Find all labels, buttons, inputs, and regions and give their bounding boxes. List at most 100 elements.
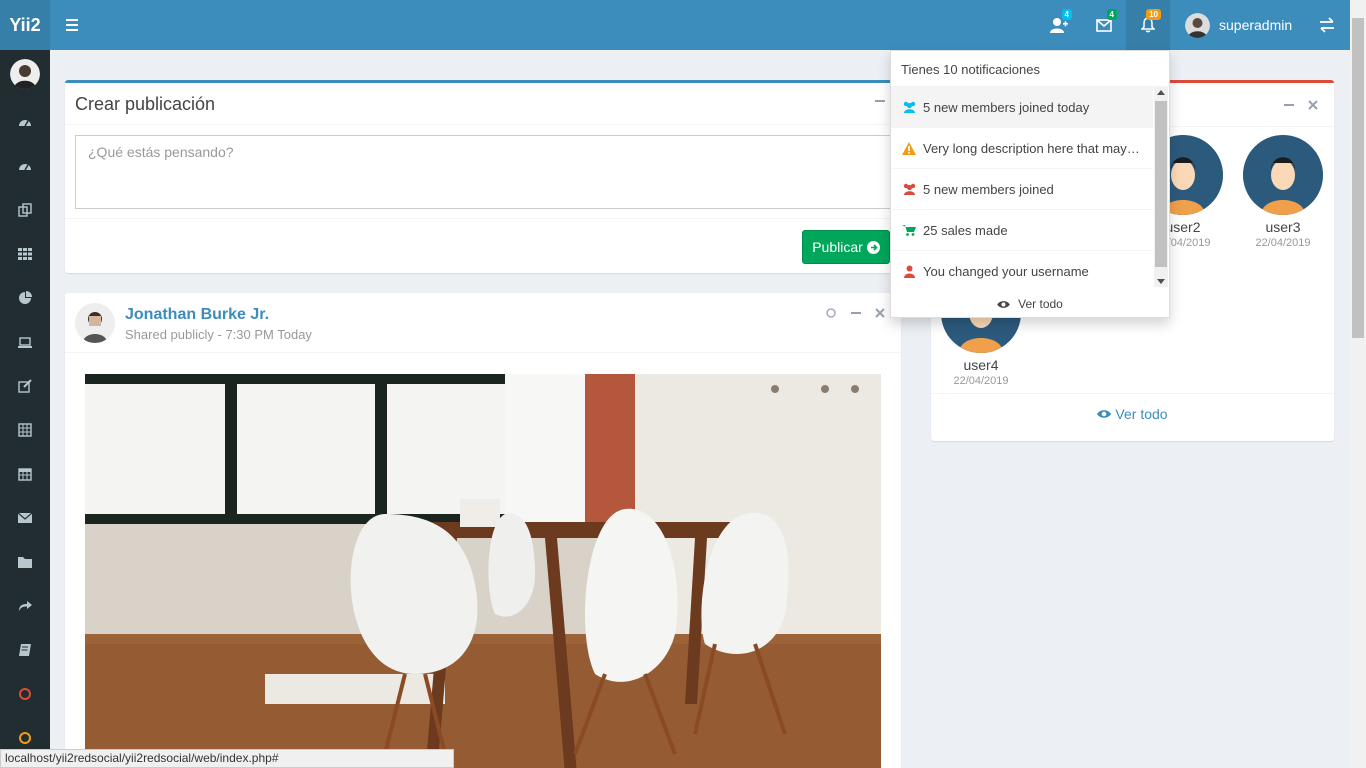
- page-scrollbar[interactable]: [1350, 0, 1366, 768]
- notifications-scrollbar[interactable]: [1154, 87, 1168, 287]
- eye-icon: [997, 300, 1010, 308]
- user-menu[interactable]: superadmin: [1177, 0, 1292, 50]
- notifications-dropdown: Tienes 10 notificaciones 5 new members j…: [890, 50, 1170, 318]
- users-icon: [901, 181, 917, 197]
- envelope-icon: [1096, 18, 1112, 32]
- member-date: 22/04/2019: [953, 375, 1009, 387]
- cart-icon: [901, 222, 917, 238]
- friend-requests-badge: 4: [1061, 9, 1072, 20]
- notification-text: 5 new members joined today: [923, 99, 1090, 115]
- sidebar-toggle-icon[interactable]: [66, 19, 78, 31]
- dashboard-icon: [19, 164, 31, 171]
- warning-icon: [901, 140, 917, 156]
- sidebar-item-important[interactable]: [0, 672, 50, 716]
- post-textarea[interactable]: ¿Qué estás pensando?: [75, 135, 891, 209]
- page-scroll-thumb[interactable]: [1352, 18, 1364, 338]
- minus-icon: [1284, 104, 1294, 106]
- notification-text: Very long description here that may not …: [923, 140, 1141, 156]
- scroll-thumb[interactable]: [1155, 101, 1167, 267]
- member-avatar: [1243, 135, 1323, 215]
- notification-text: 5 new members joined: [923, 181, 1054, 197]
- user-icon: [901, 263, 917, 279]
- notification-item[interactable]: 25 sales made: [891, 210, 1153, 251]
- sidebar-item-tables[interactable]: [0, 408, 50, 452]
- browser-status-url: localhost/yii2redsocial/yii2redsocial/we…: [0, 749, 454, 768]
- notification-item[interactable]: Very long description here that may not …: [891, 128, 1153, 169]
- dashboard-icon: [19, 120, 31, 127]
- table-icon: [18, 423, 32, 437]
- sidebar-item-mailbox[interactable]: [0, 496, 50, 540]
- view-all-members-link[interactable]: Ver todo: [931, 393, 1334, 433]
- view-all-notifications-link[interactable]: Ver todo: [891, 291, 1169, 317]
- sidebar-item-forms[interactable]: [0, 364, 50, 408]
- sidebar-item-files[interactable]: [0, 188, 50, 232]
- post-author-link[interactable]: Jonathan Burke Jr.: [125, 306, 269, 324]
- member-name: user3: [1265, 219, 1301, 235]
- view-all-label: Ver todo: [1018, 297, 1063, 311]
- notification-text: 25 sales made: [923, 222, 1008, 238]
- envelope-icon: [18, 512, 32, 523]
- close-icon: [875, 308, 885, 318]
- scroll-up-arrow[interactable]: [1157, 90, 1165, 95]
- remove-button[interactable]: [875, 306, 885, 321]
- sidebar-user-avatar[interactable]: [10, 59, 40, 89]
- grid-icon: [18, 248, 32, 260]
- collapse-button[interactable]: [875, 94, 885, 109]
- arrow-circle-right-icon: [866, 240, 880, 254]
- circle-icon: [826, 308, 836, 318]
- divider: [65, 218, 901, 219]
- publish-button[interactable]: Publicar: [802, 230, 890, 264]
- username-label: superadmin: [1219, 17, 1293, 33]
- notification-text: You changed your username: [923, 263, 1089, 279]
- users-icon: [901, 99, 917, 115]
- notification-item[interactable]: 5 new members joined: [891, 169, 1153, 210]
- divider: [65, 124, 901, 125]
- control-sidebar-toggle[interactable]: [1316, 14, 1338, 36]
- circle-red-icon: [19, 688, 31, 700]
- member-name: user4: [963, 357, 999, 373]
- sidebar-item-folders[interactable]: [0, 540, 50, 584]
- notification-item[interactable]: You changed your username: [891, 251, 1153, 287]
- create-post-box: Crear publicación ¿Qué estás pensando? P…: [65, 80, 901, 273]
- close-icon: [1308, 100, 1318, 110]
- calendar-icon: [18, 468, 32, 481]
- sidebar-item-charts[interactable]: [0, 276, 50, 320]
- sidebar-item-dashboard-2[interactable]: [0, 144, 50, 188]
- messages-button[interactable]: 4: [1082, 0, 1126, 50]
- sidebar-item-calendar[interactable]: [0, 452, 50, 496]
- member-date: 22/04/2019: [1255, 237, 1311, 249]
- edit-icon: [18, 379, 32, 393]
- sidebar-item-ui[interactable]: [0, 320, 50, 364]
- eye-icon: [1097, 409, 1112, 418]
- logo[interactable]: Yii2: [0, 0, 50, 50]
- remove-button[interactable]: [1308, 98, 1318, 113]
- sidebar-item-docs[interactable]: [0, 628, 50, 672]
- notifications-button[interactable]: 10: [1126, 0, 1170, 50]
- notification-item[interactable]: 5 new members joined today: [891, 87, 1153, 128]
- collapse-button[interactable]: [851, 306, 861, 321]
- friend-requests-button[interactable]: 4: [1037, 0, 1081, 50]
- sidebar-item-dashboard[interactable]: [0, 100, 50, 144]
- top-navbar: Yii2 4 4 10 superadmin: [0, 0, 1350, 50]
- book-icon: [19, 644, 31, 656]
- sidebar-item-share[interactable]: [0, 584, 50, 628]
- messages-badge: 4: [1106, 9, 1117, 20]
- scroll-down-arrow[interactable]: [1157, 279, 1165, 284]
- member-card[interactable]: user3 22/04/2019: [1243, 135, 1323, 249]
- view-all-label: Ver todo: [1115, 405, 1168, 422]
- post-header: Jonathan Burke Jr. Shared publicly - 7:3…: [65, 293, 901, 353]
- post-description: Shared publicly - 7:30 PM Today: [125, 327, 312, 342]
- circle-yellow-icon: [19, 732, 31, 744]
- post-image: [85, 374, 881, 768]
- post-box: Jonathan Burke Jr. Shared publicly - 7:3…: [65, 293, 901, 768]
- notifications-header: Tienes 10 notificaciones: [891, 51, 1169, 87]
- sidebar-item-grid[interactable]: [0, 232, 50, 276]
- notifications-list: 5 new members joined today Very long des…: [891, 87, 1153, 287]
- laptop-icon: [18, 337, 32, 348]
- mark-read-button[interactable]: [826, 306, 836, 321]
- collapse-button[interactable]: [1284, 98, 1294, 113]
- notifications-badge: 10: [1146, 9, 1161, 20]
- author-avatar[interactable]: [75, 303, 115, 343]
- sidebar: [0, 50, 50, 768]
- share-icon: [19, 601, 32, 611]
